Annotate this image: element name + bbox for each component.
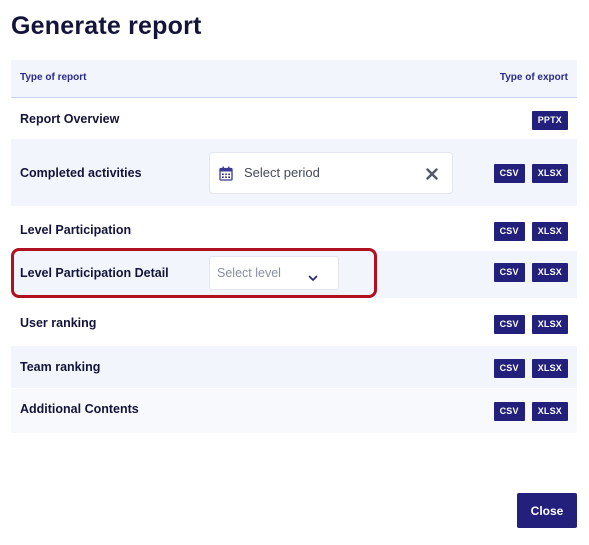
row-label: Level Participation Detail <box>20 266 169 280</box>
table-row-user-ranking: User ranking CSV XLSX <box>11 299 577 346</box>
calendar-icon <box>219 166 233 186</box>
export-csv-button[interactable]: CSV <box>493 402 525 421</box>
table-row-completed-activities: Completed activities Select period CSV X… <box>11 139 577 207</box>
export-xlsx-button[interactable]: XLSX <box>531 359 568 378</box>
select-level-placeholder: Select level <box>217 266 281 280</box>
generate-report-modal: Generate report Type of report Type of e… <box>0 0 589 545</box>
select-period-placeholder: Select period <box>244 165 320 180</box>
close-button[interactable]: Close <box>517 493 577 528</box>
table-row-additional-contents: Additional Contents CSV XLSX <box>11 389 577 434</box>
table-row-level-participation-detail: Level Participation Detail Select level … <box>11 248 577 299</box>
row-label: Completed activities <box>20 166 142 180</box>
table-row-level-participation: Level Participation CSV XLSX <box>11 207 577 251</box>
export-xlsx-button[interactable]: XLSX <box>531 402 568 421</box>
export-buttons: CSV XLSX <box>493 222 568 241</box>
export-buttons: CSV XLSX <box>493 315 568 334</box>
export-buttons: CSV XLSX <box>493 164 568 183</box>
close-icon[interactable] <box>426 167 438 185</box>
row-label: Report Overview <box>20 112 120 126</box>
export-csv-button[interactable]: CSV <box>493 164 525 183</box>
table-header: Type of report Type of export <box>11 60 577 98</box>
export-xlsx-button[interactable]: XLSX <box>531 315 568 334</box>
export-buttons: CSV XLSX <box>493 263 568 282</box>
select-level-dropdown[interactable]: Select level <box>209 256 339 290</box>
table-row-report-overview: Report Overview PPTX <box>11 98 577 139</box>
modal-title: Generate report <box>11 12 202 40</box>
select-period-input[interactable]: Select period <box>209 152 453 194</box>
report-table: Type of report Type of export Report Ove… <box>11 60 577 434</box>
table-row-team-ranking: Team ranking CSV XLSX <box>11 346 577 389</box>
row-label: User ranking <box>20 316 97 330</box>
export-csv-button[interactable]: CSV <box>493 263 525 282</box>
row-label: Team ranking <box>20 360 101 374</box>
chevron-down-icon <box>308 269 318 287</box>
export-xlsx-button[interactable]: XLSX <box>531 263 568 282</box>
column-header-type-of-report: Type of report <box>20 72 87 83</box>
export-xlsx-button[interactable]: XLSX <box>531 222 568 241</box>
column-header-type-of-export: Type of export <box>499 72 568 83</box>
row-label: Level Participation <box>20 223 132 237</box>
export-buttons: CSV XLSX <box>493 402 568 421</box>
export-pptx-button[interactable]: PPTX <box>531 111 568 130</box>
export-buttons: PPTX <box>531 111 568 130</box>
export-xlsx-button[interactable]: XLSX <box>531 164 568 183</box>
row-label: Additional Contents <box>20 402 139 416</box>
export-csv-button[interactable]: CSV <box>493 315 525 334</box>
export-csv-button[interactable]: CSV <box>493 359 525 378</box>
export-buttons: CSV XLSX <box>493 359 568 378</box>
export-csv-button[interactable]: CSV <box>493 222 525 241</box>
